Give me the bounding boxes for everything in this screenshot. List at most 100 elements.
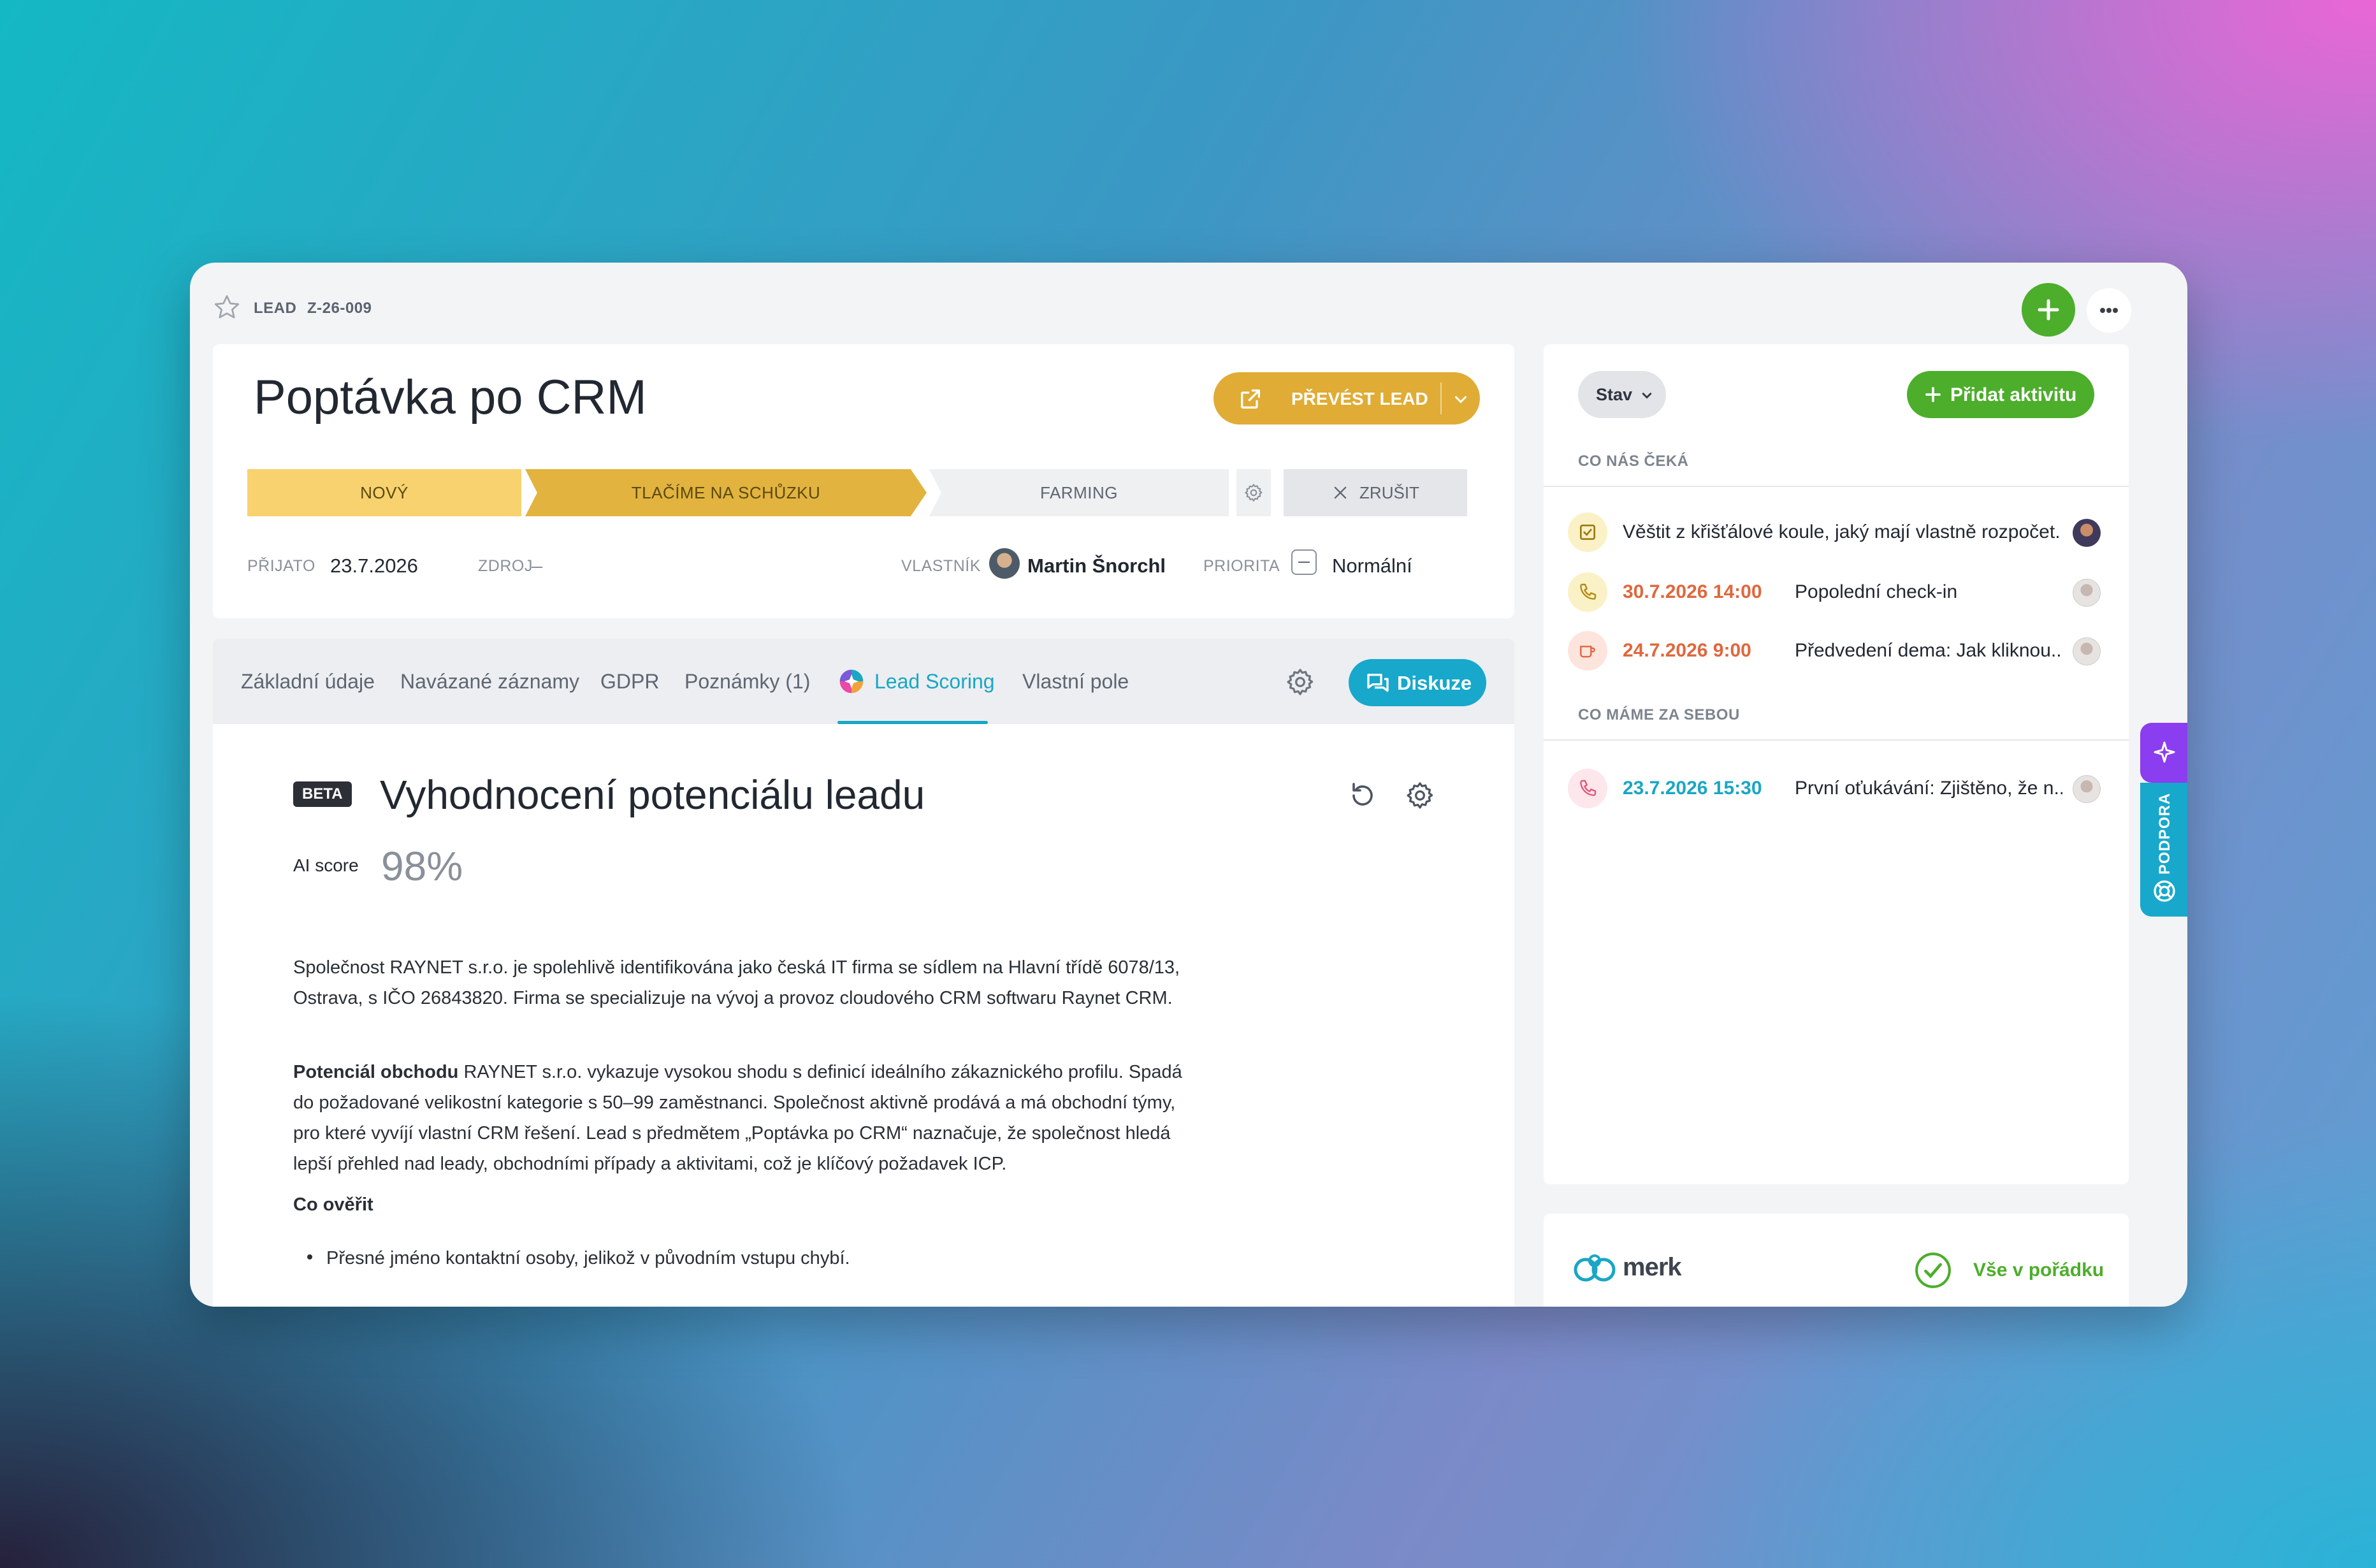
refresh-icon (1352, 783, 1373, 806)
breadcrumb-type: LEAD (254, 300, 297, 317)
scoring-heading: Vyhodnocení potenciálu leadu (380, 772, 925, 818)
merk-card: merk Vše v pořádku (1544, 1214, 2129, 1307)
beta-badge: BETA (293, 781, 352, 807)
support-tab[interactable]: PODPORA (2140, 783, 2187, 917)
activity-date: 23.7.2026 15:30 (1623, 778, 1762, 799)
stage-farming[interactable]: FARMING (929, 469, 1229, 516)
more-options-button[interactable] (2087, 288, 2131, 333)
tab-navazane-zaznamy[interactable]: Navázané záznamy (400, 639, 579, 724)
avatar (2073, 775, 2101, 803)
activities-card: Stav Přidat aktivitu CO NÁS ČEKÁ Věštit … (1544, 344, 2129, 1184)
priority-normal-icon (1291, 549, 1317, 575)
add-activity-button[interactable]: Přidat aktivitu (1907, 371, 2094, 418)
source-label: ZDROJ (478, 557, 533, 575)
merk-status: Vše v pořádku (1973, 1259, 2104, 1281)
tab-vlastni-pole[interactable]: Vlastní pole (1022, 639, 1129, 724)
avatar (2073, 579, 2101, 607)
source-value: – (532, 555, 543, 577)
activity-item-past-call[interactable]: 23.7.2026 15:30 První oťukávání: Zjištěn… (1544, 764, 2129, 813)
lead-header-card: Poptávka po CRM PŘEVÉST LEAD NOVÝ TLAČÍM… (213, 344, 1514, 618)
tab-zakladni-udaje[interactable]: Základní údaje (241, 639, 375, 724)
discussion-label: Diskuze (1397, 672, 1472, 694)
tab-bar: Základní údaje Navázané záznamy GDPR Poz… (213, 639, 1514, 724)
activity-date: 24.7.2026 9:00 (1623, 640, 1751, 661)
lead-detail-window: LEAD Z-26-009 Poptávka po CRM PŘEVÉST LE… (190, 263, 2187, 1307)
activity-item-call[interactable]: 30.7.2026 14:00 Popolední check-in (1544, 567, 2129, 617)
check-circle-icon (1913, 1251, 1953, 1290)
bullet-icon (307, 1254, 312, 1260)
sparkle-icon (2154, 741, 2175, 763)
received-label: PŘIJATO (247, 557, 315, 575)
status-filter-label: Stav (1596, 385, 1633, 404)
phone-icon (1568, 572, 1607, 612)
activity-item-task[interactable]: Věštit z křišťálové koule, jaký mají vla… (1544, 507, 2129, 557)
divider (1544, 739, 2129, 741)
past-section-label: CO MÁME ZA SEBOU (1578, 706, 1740, 723)
favorite-star-icon[interactable] (213, 293, 241, 321)
divider (1544, 486, 2129, 487)
owner-label: VLASTNÍK (901, 557, 981, 575)
chevron-down-icon[interactable] (1449, 388, 1472, 410)
task-icon (1568, 512, 1607, 552)
ai-score-label: AI score (293, 855, 359, 875)
activity-text: Věštit z křišťálové koule, jaký mají vla… (1623, 521, 2061, 542)
merk-logo (1572, 1248, 1623, 1286)
page-title: Poptávka po CRM (254, 370, 647, 425)
activity-item-meeting[interactable]: 24.7.2026 9:00 Předvedení dema: Jak klik… (1544, 626, 2129, 676)
divider (1440, 382, 1442, 414)
breadcrumb-code: Z-26-009 (307, 300, 372, 317)
chevron-down-icon (1642, 393, 1652, 399)
chat-icon (1367, 674, 1389, 692)
upcoming-section-label: CO NÁS ČEKÁ (1578, 453, 1689, 470)
plus-icon (2038, 299, 2059, 321)
avatar (2073, 637, 2101, 665)
verify-item: Přesné jméno kontaktní osoby, jelikož v … (326, 1248, 850, 1268)
status-filter-button[interactable]: Stav (1578, 371, 1666, 418)
tab-lead-scoring[interactable]: Lead Scoring (837, 639, 995, 724)
external-link-icon (1241, 389, 1260, 409)
convert-lead-label: PŘEVÉST LEAD (1291, 389, 1428, 409)
scoring-settings-button[interactable] (1405, 780, 1435, 811)
scoring-paragraph-2: Potenciál obchodu RAYNET s.r.o. vykazuje… (293, 1062, 1182, 1174)
cancel-stage-button[interactable]: ZRUŠIT (1284, 469, 1467, 516)
tabs-settings-button[interactable] (1285, 667, 1315, 697)
add-activity-label: Přidat aktivitu (1950, 384, 2077, 405)
activity-date: 30.7.2026 14:00 (1623, 581, 1762, 602)
support-label: PODPORA (2156, 792, 2174, 875)
meeting-icon (1568, 631, 1607, 671)
gear-icon (1245, 484, 1263, 502)
lifebuoy-icon (2154, 880, 2175, 902)
lead-scoring-panel: BETA Vyhodnocení potenciálu leadu AI sco… (213, 724, 1514, 1307)
phone-icon (1568, 769, 1607, 808)
refresh-button[interactable] (1347, 780, 1378, 811)
stage-novy[interactable]: NOVÝ (247, 469, 521, 516)
tab-gdpr[interactable]: GDPR (600, 639, 659, 724)
verify-heading: Co ověřit (293, 1194, 373, 1215)
ellipsis-icon (2100, 308, 2118, 313)
ai-score-value: 98% (381, 843, 463, 889)
priority-label: PRIORITA (1203, 557, 1280, 575)
tab-poznamky[interactable]: Poznámky (1) (685, 639, 810, 724)
gear-icon (1287, 669, 1314, 695)
merk-logo-icon (1574, 1254, 1616, 1282)
activity-text: První oťukávání: Zjištěno, že n... (1795, 778, 2062, 799)
owner-avatar (989, 548, 1020, 579)
received-value: 23.7.2026 (330, 555, 418, 577)
owner-value[interactable]: Martin Šnorchl (1027, 555, 1166, 577)
avatar (2073, 519, 2101, 547)
stage-settings-button[interactable] (1236, 469, 1271, 516)
gear-icon (1407, 782, 1433, 809)
discussion-button[interactable]: Diskuze (1349, 659, 1486, 706)
lead-scoring-icon (839, 669, 864, 693)
verify-list: Přesné jméno kontaktní osoby, jelikož v … (293, 1243, 1198, 1274)
stage-tlacime-na-schuzku[interactable]: TLAČÍME NA SCHŮZKU (525, 469, 927, 516)
priority-value[interactable]: Normální (1332, 555, 1412, 577)
activity-text: Předvedení dema: Jak kliknou... (1795, 640, 2062, 661)
convert-lead-button[interactable]: PŘEVÉST LEAD (1213, 372, 1480, 425)
activity-text: Popolední check-in (1795, 581, 1958, 602)
ai-side-button[interactable] (2140, 723, 2187, 783)
plus-icon (1925, 387, 1941, 402)
close-icon (1334, 486, 1347, 499)
merk-logo-text: merk (1623, 1253, 1682, 1281)
add-new-button[interactable] (2022, 283, 2075, 337)
